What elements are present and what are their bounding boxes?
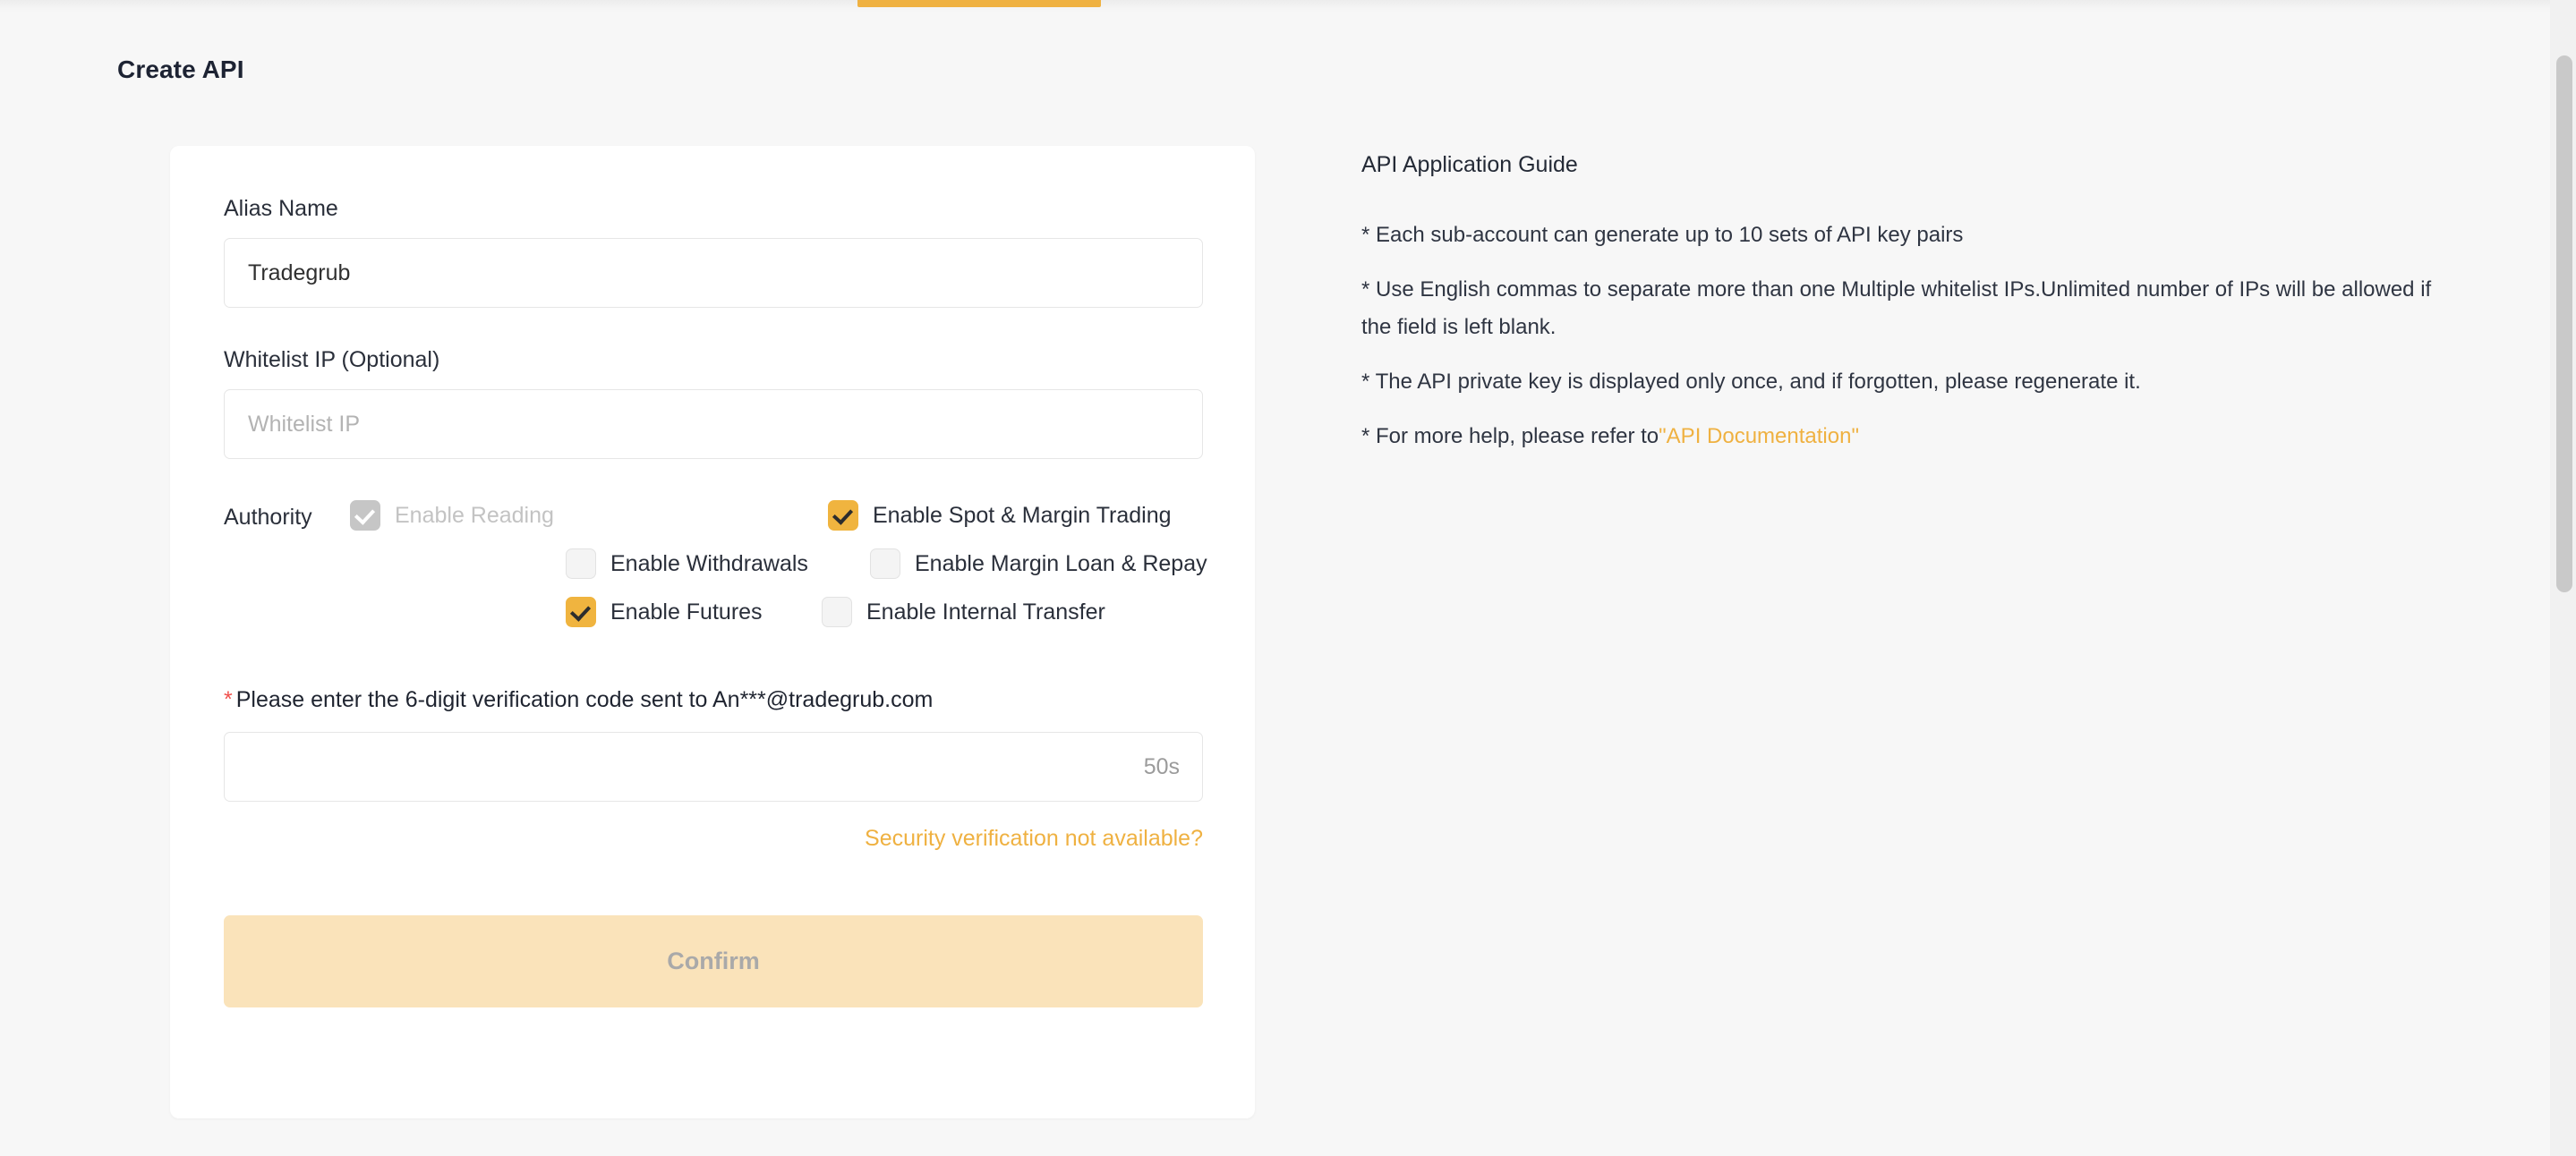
guide-line-3: * The API private key is displayed only … — [1361, 369, 2141, 394]
api-documentation-link[interactable]: "API Documentation" — [1659, 424, 1859, 448]
checkbox-enable-futures[interactable]: Enable Futures — [566, 597, 763, 627]
security-verification-help-link[interactable]: Security verification not available? — [865, 826, 1203, 851]
checkbox-enable-margin-loan-repay-label: Enable Margin Loan & Repay — [915, 550, 1207, 576]
active-tab-underline — [857, 0, 1101, 7]
guide-line-4-text: * For more help, please refer to — [1361, 424, 1659, 449]
checkbox-enable-spot-margin-trading-box[interactable] — [828, 500, 858, 531]
whitelist-ip-label: Whitelist IP (Optional) — [224, 347, 440, 372]
authority-section: Authority Enable Reading Enable Spot & M… — [224, 500, 1207, 648]
checkbox-enable-futures-label: Enable Futures — [610, 599, 763, 625]
verification-code-input[interactable] — [224, 732, 1203, 802]
alias-name-label: Alias Name — [224, 196, 338, 221]
guide-line-1: * Each sub-account can generate up to 10… — [1361, 223, 1964, 247]
checkbox-enable-internal-transfer-box[interactable] — [822, 597, 852, 627]
authority-label: Authority — [224, 505, 312, 530]
verification-code-label: * Please enter the 6-digit verification c… — [224, 687, 1203, 713]
checkbox-enable-withdrawals-box[interactable] — [566, 548, 596, 579]
top-background-band — [0, 0, 2576, 13]
checkbox-enable-reading: Enable Reading — [350, 500, 554, 531]
checkbox-enable-reading-box — [350, 500, 380, 531]
guide-title: API Application Guide — [1361, 152, 1578, 177]
checkbox-enable-futures-box[interactable] — [566, 597, 596, 627]
api-application-guide: API Application Guide * Each sub-account… — [1361, 152, 2464, 455]
page-scrollbar-track[interactable] — [2550, 0, 2576, 1156]
checkbox-enable-reading-label: Enable Reading — [395, 502, 554, 528]
checkbox-enable-internal-transfer-label: Enable Internal Transfer — [866, 599, 1105, 625]
page-title: Create API — [117, 55, 244, 83]
checkbox-enable-withdrawals[interactable]: Enable Withdrawals — [566, 548, 808, 579]
checkbox-enable-margin-loan-repay-box[interactable] — [870, 548, 900, 579]
guide-line-4: * For more help, please refer to"API Doc… — [1361, 418, 2464, 455]
required-asterisk: * — [224, 687, 233, 712]
checkbox-enable-internal-transfer[interactable]: Enable Internal Transfer — [822, 597, 1105, 627]
checkbox-enable-spot-margin-trading-label: Enable Spot & Margin Trading — [873, 502, 1172, 528]
checkbox-enable-withdrawals-label: Enable Withdrawals — [610, 550, 808, 576]
alias-name-input[interactable] — [224, 238, 1203, 308]
verification-code-label-text: Please enter the 6-digit verification co… — [235, 687, 934, 712]
confirm-button[interactable]: Confirm — [224, 915, 1203, 1007]
create-api-form-card: Alias Name Whitelist IP (Optional) Autho… — [170, 146, 1255, 1118]
page-scrollbar-thumb[interactable] — [2556, 55, 2572, 592]
checkbox-enable-spot-margin-trading[interactable]: Enable Spot & Margin Trading — [828, 500, 1172, 531]
guide-line-2: * Use English commas to separate more th… — [1361, 277, 2432, 339]
whitelist-ip-input[interactable] — [224, 389, 1203, 459]
checkbox-enable-margin-loan-repay[interactable]: Enable Margin Loan & Repay — [870, 548, 1207, 579]
